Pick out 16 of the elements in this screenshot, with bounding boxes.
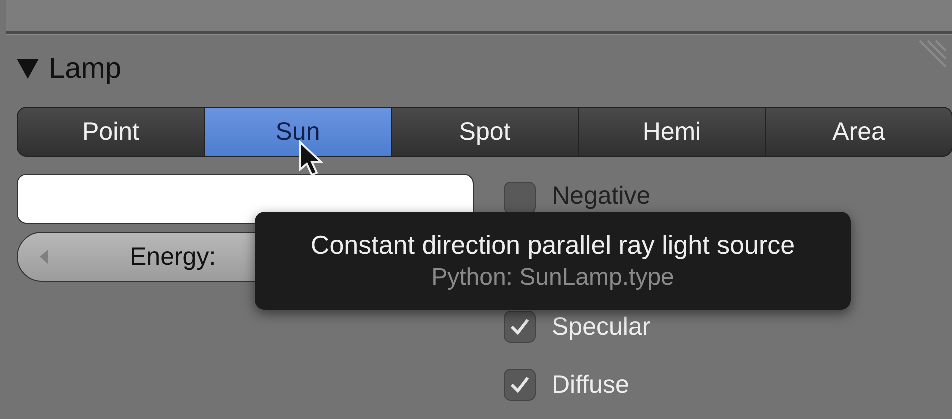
checkbox[interactable] [504, 311, 536, 343]
checkbox-label: Specular [552, 312, 651, 342]
checkbox[interactable] [504, 182, 536, 214]
lamp-type-tab[interactable]: Point [17, 107, 205, 157]
check-icon [509, 375, 531, 395]
panel-title: Lamp [49, 52, 122, 86]
check-icon [509, 317, 531, 337]
checkbox[interactable] [504, 369, 536, 401]
cursor-icon [298, 140, 324, 178]
lamp-type-tab[interactable]: Sun [205, 107, 392, 157]
checkbox-label: Diffuse [552, 370, 630, 400]
lamp-type-tab[interactable]: Area [766, 107, 952, 157]
lamp-type-tab[interactable]: Hemi [579, 107, 766, 157]
lamp-type-tab[interactable]: Spot [392, 107, 579, 157]
collapse-triangle-icon[interactable] [17, 59, 39, 79]
checkbox-label: Negative [552, 182, 651, 211]
